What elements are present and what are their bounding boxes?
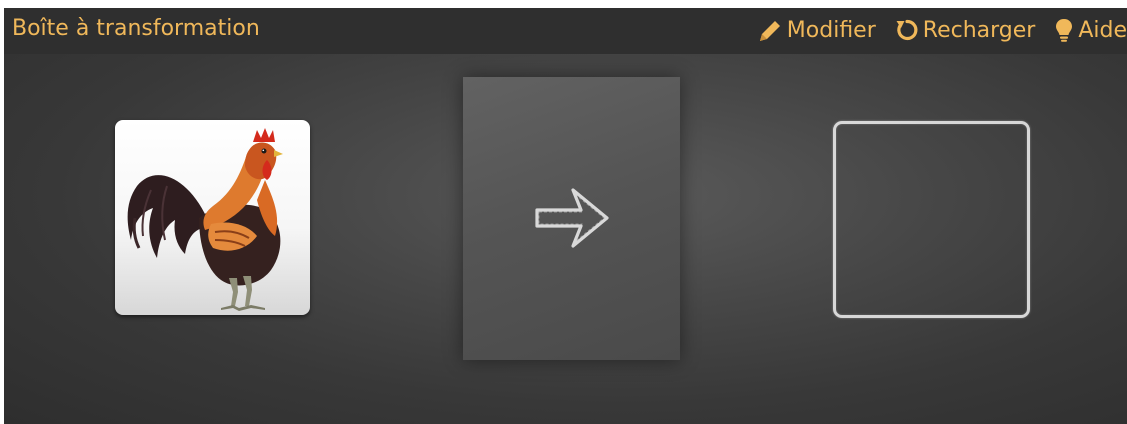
arrow-right-icon (535, 188, 609, 248)
transformation-box-window: Boîte à transformation Modifier Recharge… (4, 8, 1127, 424)
pencil-icon (759, 21, 780, 41)
help-label: Aide (1078, 17, 1127, 43)
reload-button[interactable]: Recharger (894, 17, 1036, 43)
edit-button[interactable]: Modifier (756, 17, 876, 43)
window-title: Boîte à transformation (12, 16, 260, 41)
lightbulb-icon (1056, 19, 1073, 42)
reload-label: Recharger (922, 17, 1036, 43)
transformation-machine[interactable] (463, 77, 680, 360)
reload-icon (896, 19, 918, 41)
input-tile[interactable] (115, 120, 310, 315)
help-button[interactable]: Aide (1053, 17, 1127, 43)
output-slot[interactable] (833, 121, 1030, 318)
title-bar: Boîte à transformation Modifier Recharge… (4, 8, 1127, 54)
toolbar: Modifier Recharger Aide (756, 17, 1127, 43)
edit-label: Modifier (786, 17, 876, 43)
rooster-image (127, 128, 283, 311)
